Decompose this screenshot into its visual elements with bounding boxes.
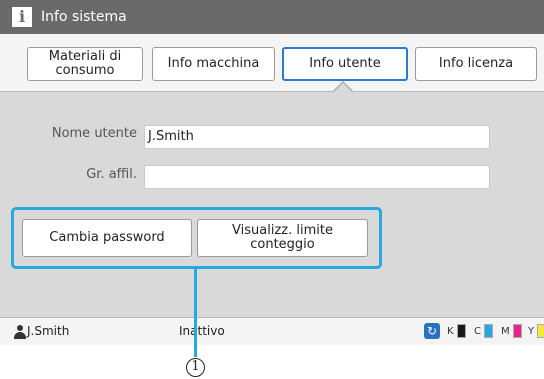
tab-user-info[interactable]: Info utente [282,47,408,81]
system-info-screen: i Info sistema Materiali di consumo Info… [0,0,544,345]
refresh-icon[interactable]: ↻ [424,323,440,339]
group-label: Gr. affil. [86,167,137,182]
user-name-label: Nome utente [51,126,137,141]
tab-machine-info[interactable]: Info macchina [152,47,275,81]
callout-leader-line [194,269,197,357]
ink-c-swatch [483,324,493,338]
ink-m-swatch [512,324,522,338]
status-user-name: J.Smith [27,324,70,338]
ink-k: K [447,322,466,340]
status-state: Inattivo [179,324,225,338]
change-password-button[interactable]: Cambia password [22,219,192,257]
window-title: Info sistema [41,9,127,25]
ink-m: M [501,322,522,340]
ink-c: C [474,322,493,340]
ink-k-swatch [456,324,466,338]
tab-strip: Materiali di consumo Info macchina Info … [0,34,544,92]
ink-y: Y [528,322,544,340]
title-bar: i Info sistema [0,0,544,34]
user-name-field: J.Smith [144,125,490,149]
tab-consumables[interactable]: Materiali di consumo [27,47,143,81]
info-icon: i [12,7,32,27]
status-bar: J.Smith Inattivo ↻ K C M Y [0,317,544,345]
user-icon [14,325,26,339]
tab-license-info[interactable]: Info licenza [415,47,537,81]
callout-number: 1 [186,358,205,377]
group-field [144,165,490,189]
ink-y-swatch [537,324,544,338]
view-count-limit-button[interactable]: Visualizz. limite conteggio [197,219,368,257]
